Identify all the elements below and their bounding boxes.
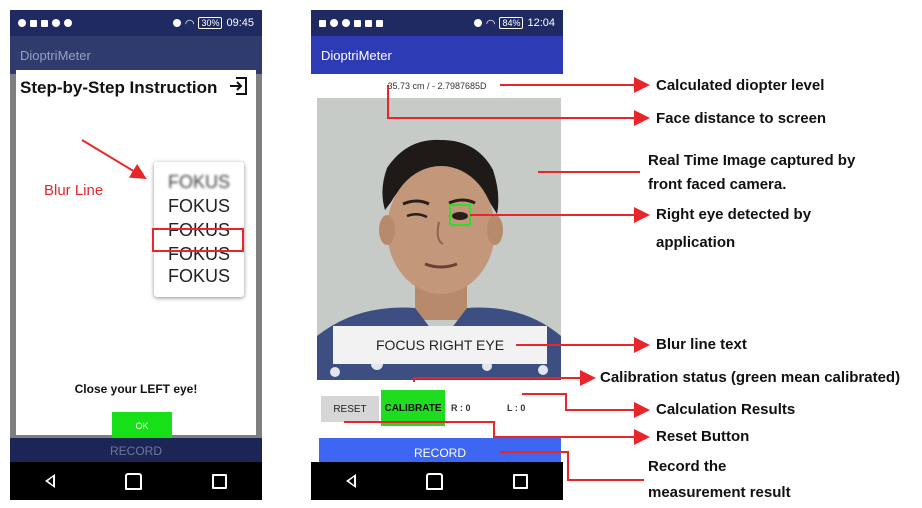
annotation-realtime-1: Real Time Image captured by — [648, 152, 856, 169]
annotation-record-2: measurement result — [648, 484, 791, 501]
record-line — [500, 451, 644, 481]
annotation-reset: Reset Button — [656, 428, 750, 445]
distance-arrow — [387, 85, 650, 126]
reset-arrow — [344, 421, 650, 445]
blur-line-arrow — [81, 139, 147, 180]
annotation-calculation: Calculation Results — [656, 401, 796, 418]
annotation-eye-2: application — [656, 234, 736, 251]
calibration-arrow — [413, 370, 596, 386]
annotation-record-1: Record the — [648, 458, 727, 475]
annotation-calibration: Calibration status (green mean calibrate… — [600, 369, 901, 386]
annotation-distance: Face distance to screen — [656, 110, 827, 127]
annotation-eye-1: Right eye detected by — [656, 206, 812, 223]
annotation-realtime-2: front faced camera. — [648, 176, 787, 193]
calculation-arrow — [522, 393, 650, 418]
annotation-diopter: Calculated diopter level — [656, 77, 825, 94]
annotation-blurline: Blur line text — [656, 336, 747, 353]
